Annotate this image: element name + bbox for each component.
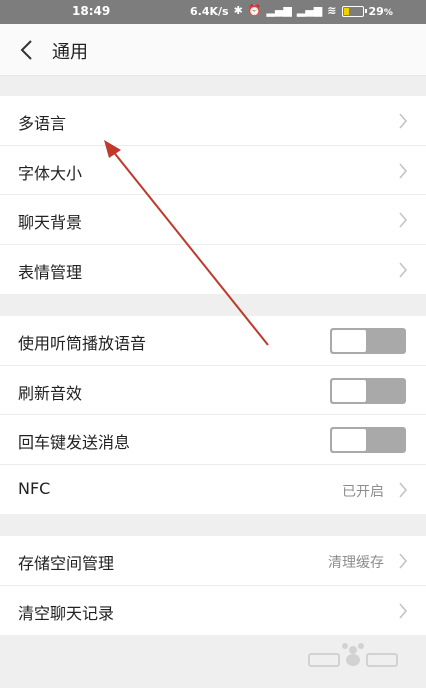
bluetooth-icon: ✱	[233, 4, 243, 17]
chevron-right-icon	[399, 602, 408, 619]
setting-row-sticker-management[interactable]: 表情管理	[0, 245, 426, 295]
chevron-right-icon	[399, 553, 408, 569]
wifi-icon: ≋	[327, 4, 337, 17]
battery-icon	[341, 5, 367, 17]
signal-icon: ▂▄▆	[266, 4, 292, 17]
page-title: 通用	[52, 42, 88, 63]
toggle-knob	[332, 379, 366, 402]
toggle-settings-group: 使用听筒播放语音 刷新音效 回车键发送消息 NFC 已开启	[0, 316, 426, 514]
setting-row-enter-to-send: 回车键发送消息	[0, 415, 426, 465]
setting-row-earpiece-playback: 使用听筒播放语音	[0, 316, 426, 366]
chevron-right-icon	[399, 212, 408, 228]
watermark-logo	[308, 643, 398, 667]
setting-row-clear-chat-history[interactable]: 清空聊天记录	[0, 586, 426, 636]
setting-label: 刷新音效	[18, 383, 83, 403]
status-bar: 18:49 6.4K/s ✱ ⏰ ▂▄▆ ▂▄▆ ≋ 29%	[0, 0, 426, 24]
chevron-right-icon	[399, 481, 408, 498]
setting-row-language[interactable]: 多语言	[0, 96, 426, 146]
setting-row-refresh-sound: 刷新音效	[0, 366, 426, 415]
setting-label: 聊天背景	[18, 213, 83, 232]
storage-settings-group: 存储空间管理 清理缓存 清空聊天记录	[0, 536, 426, 635]
setting-label: 回车键发送消息	[18, 433, 131, 452]
signal-icon: ▂▄▆	[296, 4, 323, 17]
toggle-knob	[332, 330, 366, 352]
chevron-right-icon	[399, 162, 408, 179]
setting-label: NFC	[18, 478, 51, 498]
battery-level: 29%	[368, 4, 393, 18]
back-arrow-icon[interactable]	[18, 39, 38, 61]
setting-label: 清空聊天记录	[18, 603, 115, 623]
setting-row-storage-management[interactable]: 存储空间管理 清理缓存	[0, 536, 426, 586]
setting-label: 存储空间管理	[18, 554, 115, 573]
earpiece-toggle[interactable]	[330, 328, 406, 354]
setting-label: 使用听筒播放语音	[18, 334, 147, 353]
general-settings-group: 多语言 字体大小 聊天背景 表情管理	[0, 96, 426, 294]
alarm-icon: ⏰	[247, 4, 262, 17]
refresh-sound-toggle[interactable]	[330, 377, 406, 404]
setting-row-chat-background[interactable]: 聊天背景	[0, 195, 426, 245]
toggle-knob	[332, 429, 366, 451]
setting-label: 表情管理	[18, 262, 83, 282]
status-icons: 6.4K/s ✱ ⏰ ▂▄▆ ▂▄▆ ≋ 29%	[190, 4, 393, 18]
setting-label: 字体大小	[18, 163, 83, 183]
nfc-status-value: 已开启	[342, 483, 384, 500]
chevron-right-icon	[399, 113, 408, 129]
setting-label: 多语言	[18, 114, 67, 133]
enter-send-toggle[interactable]	[330, 427, 406, 453]
setting-row-font-size[interactable]: 字体大小	[0, 146, 426, 195]
header-bar: 通用	[0, 24, 426, 76]
status-time: 18:49	[72, 4, 111, 18]
net-speed: 6.4K/s	[190, 4, 229, 18]
setting-row-nfc[interactable]: NFC 已开启	[0, 465, 426, 515]
chevron-right-icon	[399, 261, 408, 278]
clear-cache-value: 清理缓存	[328, 555, 384, 571]
